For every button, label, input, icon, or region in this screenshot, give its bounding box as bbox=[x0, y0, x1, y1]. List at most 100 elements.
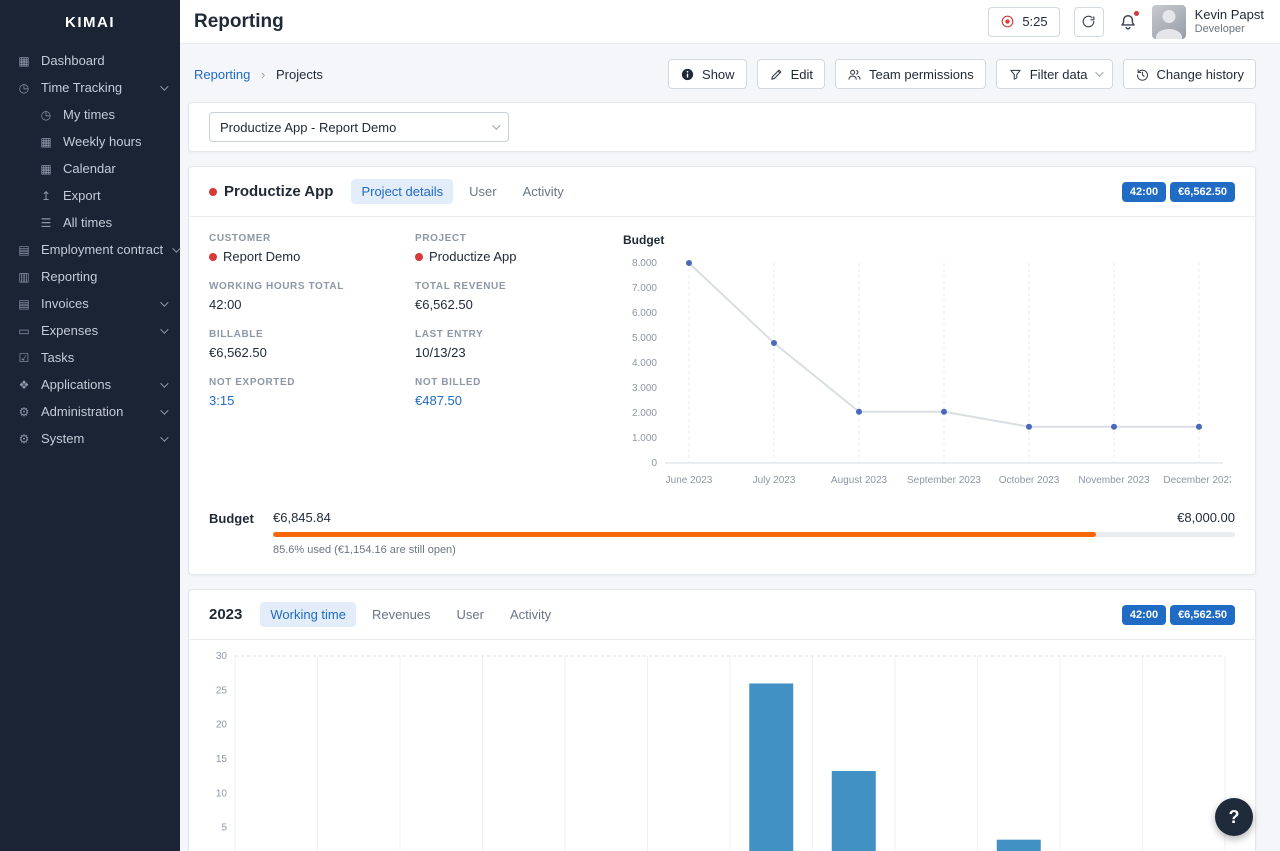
avatar bbox=[1151, 4, 1186, 39]
chevron-down-icon bbox=[160, 324, 169, 334]
tab-revenues[interactable]: Revenues bbox=[362, 602, 441, 627]
svg-text:20: 20 bbox=[216, 720, 228, 731]
sidebar-label: All times bbox=[63, 215, 113, 230]
edit-button[interactable]: Edit bbox=[756, 59, 825, 89]
svg-text:December 2023: December 2023 bbox=[1163, 475, 1231, 486]
sidebar-item-weekly-hours[interactable]: ▦ Weekly hours bbox=[0, 128, 180, 155]
help-button[interactable]: ? bbox=[1215, 798, 1253, 836]
svg-text:30: 30 bbox=[216, 651, 228, 662]
svg-text:August 2023: August 2023 bbox=[831, 475, 888, 486]
sidebar-item-all-times[interactable]: ☰ All times bbox=[0, 209, 180, 236]
calendar-icon: ▦ bbox=[40, 161, 52, 176]
svg-text:0: 0 bbox=[651, 458, 657, 469]
pencil-icon bbox=[770, 69, 781, 80]
sidebar-label: System bbox=[41, 431, 85, 446]
sidebar-item-reporting[interactable]: ▥ Reporting bbox=[0, 263, 180, 290]
svg-text:2.000: 2.000 bbox=[632, 408, 657, 419]
project-select-value: Productize App - Report Demo bbox=[220, 119, 397, 135]
top-header: Reporting 5:25 Kevin Papst Developer bbox=[180, 0, 1280, 44]
svg-text:25: 25 bbox=[216, 685, 228, 696]
tab-year-user[interactable]: User bbox=[447, 602, 494, 627]
sidebar-label: Reporting bbox=[41, 269, 98, 284]
change-history-button[interactable]: Change history bbox=[1122, 59, 1256, 89]
svg-text:July 2023: July 2023 bbox=[753, 475, 796, 486]
users-icon bbox=[848, 69, 861, 80]
notifications-button[interactable] bbox=[1118, 9, 1140, 32]
sidebar: KIMAI ▦ Dashboard ◷ Time Tracking ◷ My t… bbox=[0, 0, 181, 851]
tab-activity[interactable]: Activity bbox=[513, 179, 574, 204]
svg-text:5: 5 bbox=[221, 823, 227, 834]
project-card-title: Productize App bbox=[209, 183, 333, 200]
svg-text:8.000: 8.000 bbox=[632, 258, 657, 269]
stat-customer: CUSTOMER Report Demo bbox=[209, 233, 301, 264]
sidebar-label: Expenses bbox=[41, 323, 99, 338]
sidebar-item-time-tracking[interactable]: ◷ Time Tracking bbox=[0, 74, 180, 101]
user-name: Kevin Papst bbox=[1194, 6, 1264, 22]
sidebar-item-dashboard[interactable]: ▦ Dashboard bbox=[0, 47, 180, 74]
sidebar-label: Tasks bbox=[41, 350, 75, 365]
sidebar-item-system[interactable]: ⚙ System bbox=[0, 425, 180, 452]
stat-not-exported: NOT EXPORTED 3:15 bbox=[209, 377, 403, 408]
project-select[interactable]: Productize App - Report Demo bbox=[209, 112, 509, 142]
breadcrumb: Reporting › Projects bbox=[194, 67, 323, 82]
clock-icon: ◷ bbox=[18, 80, 30, 95]
sidebar-item-invoices[interactable]: ▤ Invoices bbox=[0, 290, 180, 317]
tab-user[interactable]: User bbox=[459, 179, 506, 204]
not-exported-link[interactable]: 3:15 bbox=[209, 393, 403, 408]
chevron-down-icon bbox=[160, 405, 169, 415]
sidebar-item-tasks[interactable]: ☑ Tasks bbox=[0, 344, 180, 371]
app-logo[interactable]: KIMAI bbox=[0, 0, 180, 47]
svg-text:5.000: 5.000 bbox=[632, 333, 657, 344]
sidebar-item-calendar[interactable]: ▦ Calendar bbox=[0, 155, 180, 182]
not-billed-link[interactable]: €487.50 bbox=[415, 393, 609, 408]
user-role: Developer bbox=[1194, 23, 1245, 36]
timer-button[interactable]: 5:25 bbox=[988, 6, 1060, 37]
toolbar: Show Edit Team permissions Filter data C… bbox=[668, 59, 1256, 89]
budget-used-value: €6,845.84 bbox=[273, 510, 331, 525]
sidebar-label: Weekly hours bbox=[63, 134, 142, 149]
project-color-dot bbox=[209, 187, 217, 196]
sidebar-submenu-time-tracking: ◷ My times ▦ Weekly hours ▦ Calendar ↥ E… bbox=[0, 101, 180, 236]
budget-line-chart: June 2023 July 2023 August 2023 September 2… bbox=[632, 258, 1235, 486]
svg-text:3.000: 3.000 bbox=[632, 383, 657, 394]
sidebar-label: Time Tracking bbox=[41, 80, 123, 95]
chevron-down-icon bbox=[160, 432, 169, 442]
year-card-title: 2023 bbox=[209, 606, 243, 623]
chevron-down-icon bbox=[160, 297, 169, 307]
revenue-badge: €6,562.50 bbox=[1170, 604, 1235, 625]
refresh-button[interactable] bbox=[1073, 6, 1104, 37]
user-menu[interactable]: Kevin Papst Developer bbox=[1151, 4, 1264, 39]
tab-year-activity[interactable]: Activity bbox=[500, 602, 561, 627]
breadcrumb-link-reporting[interactable]: Reporting bbox=[194, 67, 250, 82]
timer-value: 5:25 bbox=[1022, 14, 1048, 29]
breadcrumb-separator: › bbox=[261, 66, 266, 82]
sidebar-item-export[interactable]: ↥ Export bbox=[0, 182, 180, 209]
chevron-down-icon bbox=[160, 81, 169, 91]
sidebar-item-expenses[interactable]: ▭ Expenses bbox=[0, 317, 180, 344]
budget-chart-title: Budget bbox=[623, 233, 665, 247]
sidebar-item-applications[interactable]: ❖ Applications bbox=[0, 371, 180, 398]
breadcrumb-current: Projects bbox=[275, 66, 323, 82]
svg-text:September 2023: September 2023 bbox=[907, 475, 981, 486]
sidebar-label: Invoices bbox=[41, 296, 89, 311]
show-button[interactable]: Show bbox=[668, 59, 747, 89]
funnel-icon bbox=[1010, 69, 1021, 80]
chevron-down-icon bbox=[1094, 68, 1104, 77]
svg-text:October 2023: October 2023 bbox=[999, 475, 1060, 486]
duration-badge: 42:00 bbox=[1121, 604, 1167, 625]
sidebar-label: Employment contract bbox=[41, 242, 164, 257]
refresh-icon bbox=[1082, 15, 1095, 28]
chevron-down-icon bbox=[172, 243, 181, 253]
team-permissions-button[interactable]: Team permissions bbox=[834, 59, 986, 89]
tab-working-time[interactable]: Working time bbox=[260, 602, 356, 627]
budget-progress-track bbox=[273, 532, 1235, 537]
sidebar-item-administration[interactable]: ⚙ Administration bbox=[0, 398, 180, 425]
tab-project-details[interactable]: Project details bbox=[351, 179, 454, 204]
sidebar-item-employment-contract[interactable]: ▤ Employment contract bbox=[0, 236, 181, 263]
filter-data-button[interactable]: Filter data bbox=[995, 59, 1113, 89]
apps-icon: ❖ bbox=[18, 377, 30, 392]
gear-icon: ⚙ bbox=[18, 431, 30, 446]
stat-project: PROJECT Productize App bbox=[415, 233, 517, 264]
sidebar-item-my-times[interactable]: ◷ My times bbox=[0, 101, 180, 128]
stat-not-billed: NOT BILLED €487.50 bbox=[415, 377, 609, 408]
